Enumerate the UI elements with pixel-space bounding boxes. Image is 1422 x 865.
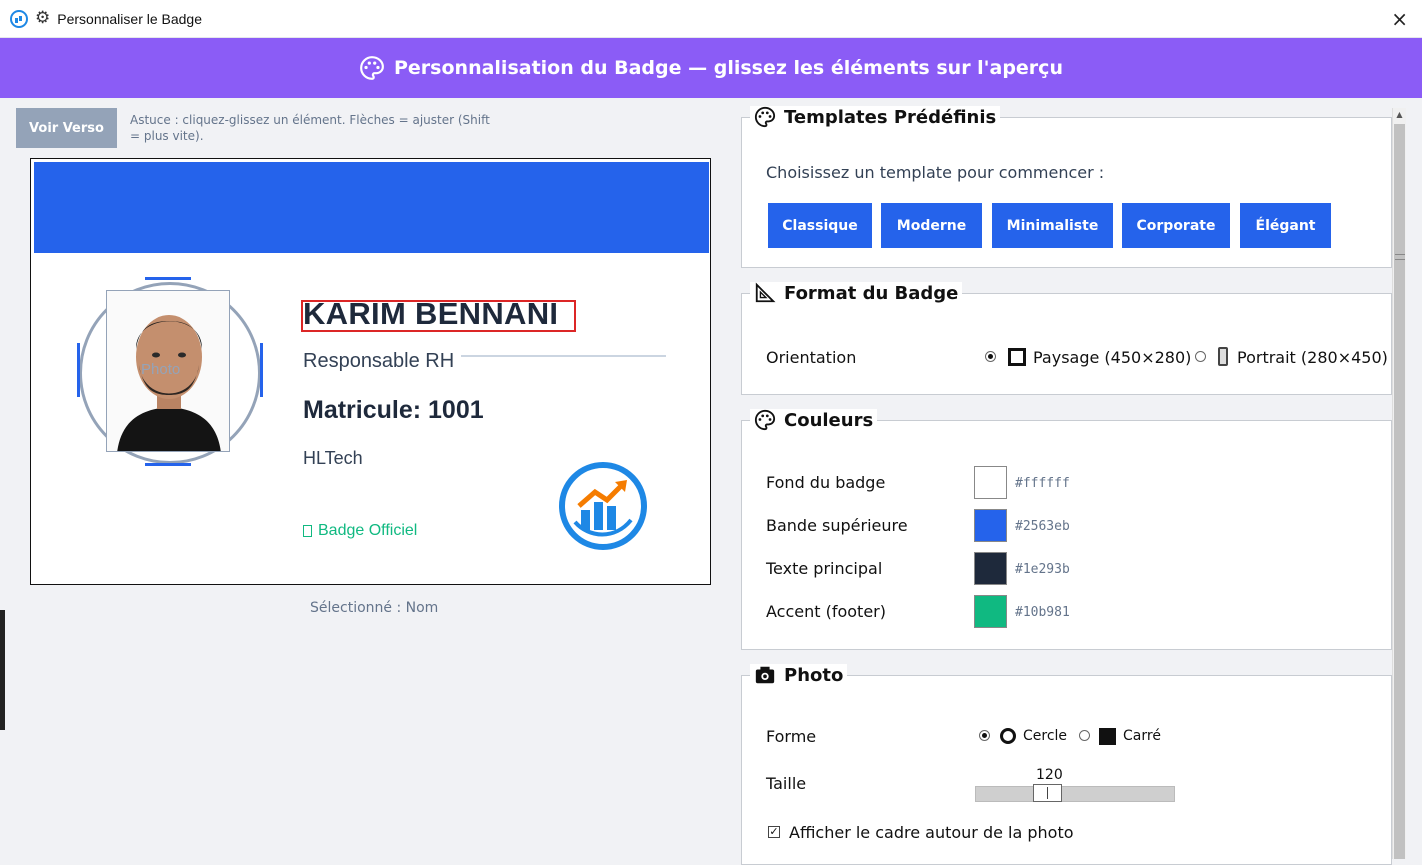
templates-group: Templates Prédéfinis Choisissez un templ… — [741, 106, 1392, 268]
circle-shape-icon — [1000, 728, 1016, 744]
color-hex-main-text: #1e293b — [1015, 562, 1070, 577]
format-group: Format du Badge Orientation Paysage (450… — [741, 282, 1392, 395]
template-minimaliste-button[interactable]: Minimaliste — [992, 203, 1113, 248]
badge-footer[interactable]: Badge Officiel — [303, 522, 417, 540]
scroll-thumb[interactable] — [1394, 124, 1405, 859]
photo-placeholder-label: Photo — [141, 361, 181, 378]
square-shape-icon — [1099, 728, 1116, 745]
template-classique-button[interactable]: Classique — [768, 203, 872, 248]
resize-handle-top[interactable] — [145, 277, 191, 280]
photo-title: Photo — [750, 664, 848, 686]
color-label-accent: Accent (footer) — [766, 602, 886, 621]
company-logo-icon[interactable] — [559, 462, 647, 550]
size-slider[interactable] — [975, 786, 1175, 802]
color-label-background: Fond du badge — [766, 473, 886, 492]
badge-matricule[interactable]: Matricule: 1001 — [303, 396, 484, 425]
app-logo-icon — [10, 9, 28, 28]
set-square-icon — [755, 282, 776, 303]
size-label: Taille — [766, 774, 807, 793]
color-swatch-background[interactable] — [974, 466, 1007, 499]
templates-lead: Choisissez un template pour commencer : — [766, 163, 1105, 182]
color-swatch-accent[interactable] — [974, 595, 1007, 628]
badge-name[interactable]: KARIM BENNANI — [303, 296, 558, 332]
format-title-text: Format du Badge — [784, 282, 959, 304]
badge-preview[interactable]: Photo KARIM BENNANI Responsable RH Matri… — [30, 158, 711, 585]
resize-handle-left[interactable] — [77, 343, 80, 397]
circle-radio[interactable] — [979, 730, 990, 741]
template-moderne-button[interactable]: Moderne — [881, 203, 982, 248]
scroll-up-arrow-icon[interactable]: ▲ — [1393, 108, 1406, 122]
size-value: 120 — [1036, 767, 1063, 783]
color-hex-background: #ffffff — [1015, 476, 1070, 491]
templates-title: Templates Prédéfinis — [750, 106, 1001, 128]
window-titlebar: ⚙ Personnaliser le Badge × — [0, 0, 1422, 38]
page-header: Personnalisation du Badge — glissez les … — [0, 38, 1422, 98]
resize-handle-bottom[interactable] — [145, 463, 191, 466]
palette-icon — [754, 409, 776, 431]
color-swatch-top-band[interactable] — [974, 509, 1007, 542]
template-elegant-button[interactable]: Élégant — [1240, 203, 1331, 248]
badge-photo[interactable]: Photo — [77, 277, 263, 466]
portrait-label[interactable]: Portrait (280×450) — [1237, 348, 1388, 367]
page-title: Personnalisation du Badge — glissez les … — [394, 57, 1063, 79]
portrait-phone-icon — [1218, 347, 1228, 366]
window-edge — [0, 610, 5, 730]
shape-label: Forme — [766, 727, 817, 746]
selected-element-status: Sélectionné : Nom — [310, 600, 439, 616]
size-slider-thumb[interactable] — [1033, 784, 1062, 802]
close-icon[interactable]: × — [1391, 7, 1408, 31]
portrait-radio[interactable] — [1195, 351, 1206, 362]
view-back-button[interactable]: Voir Verso — [16, 108, 117, 148]
color-label-top-band: Bande supérieure — [766, 516, 908, 535]
badge-top-band — [34, 162, 709, 253]
square-radio[interactable] — [1079, 730, 1090, 741]
square-label[interactable]: Carré — [1123, 728, 1161, 744]
circle-label[interactable]: Cercle — [1023, 728, 1067, 744]
camera-icon — [755, 666, 775, 684]
color-hex-top-band: #2563eb — [1015, 519, 1070, 534]
photo-group: Photo Forme Cercle Carré Taille 120 ✓ Af… — [741, 664, 1392, 865]
templates-title-text: Templates Prédéfinis — [784, 106, 997, 128]
color-label-main-text: Texte principal — [766, 559, 883, 578]
resize-handle-right[interactable] — [260, 343, 263, 397]
show-frame-label[interactable]: Afficher le cadre autour de la photo — [789, 823, 1074, 842]
colors-title-text: Couleurs — [784, 409, 874, 431]
landscape-label[interactable]: Paysage (450×280) — [1033, 348, 1191, 367]
badge-footer-icon — [303, 525, 312, 537]
tip-text: Astuce : cliquez-glissez un élément. Flè… — [130, 113, 490, 143]
colors-title: Couleurs — [750, 409, 878, 431]
color-swatch-main-text[interactable] — [974, 552, 1007, 585]
palette-icon — [754, 106, 776, 128]
window-title: Personnaliser le Badge — [57, 10, 203, 27]
palette-icon — [360, 56, 384, 80]
badge-role[interactable]: Responsable RH — [303, 350, 454, 373]
landscape-icon — [1008, 348, 1026, 366]
landscape-radio[interactable] — [985, 351, 996, 362]
orientation-label: Orientation — [766, 348, 857, 367]
badge-footer-text: Badge Officiel — [318, 522, 418, 539]
template-corporate-button[interactable]: Corporate — [1122, 203, 1230, 248]
right-panel-scrollbar[interactable]: ▲ — [1392, 108, 1406, 859]
scroll-grip-icon — [1395, 254, 1405, 260]
format-title: Format du Badge — [750, 282, 963, 304]
badge-company[interactable]: HLTech — [303, 448, 363, 469]
color-hex-accent: #10b981 — [1015, 605, 1070, 620]
photo-title-text: Photo — [784, 664, 844, 686]
colors-group: Couleurs Fond du badge #ffffff Bande sup… — [741, 409, 1392, 650]
role-underline — [461, 355, 666, 357]
show-frame-checkbox[interactable]: ✓ — [768, 826, 780, 838]
gear-icon: ⚙ — [35, 8, 51, 28]
